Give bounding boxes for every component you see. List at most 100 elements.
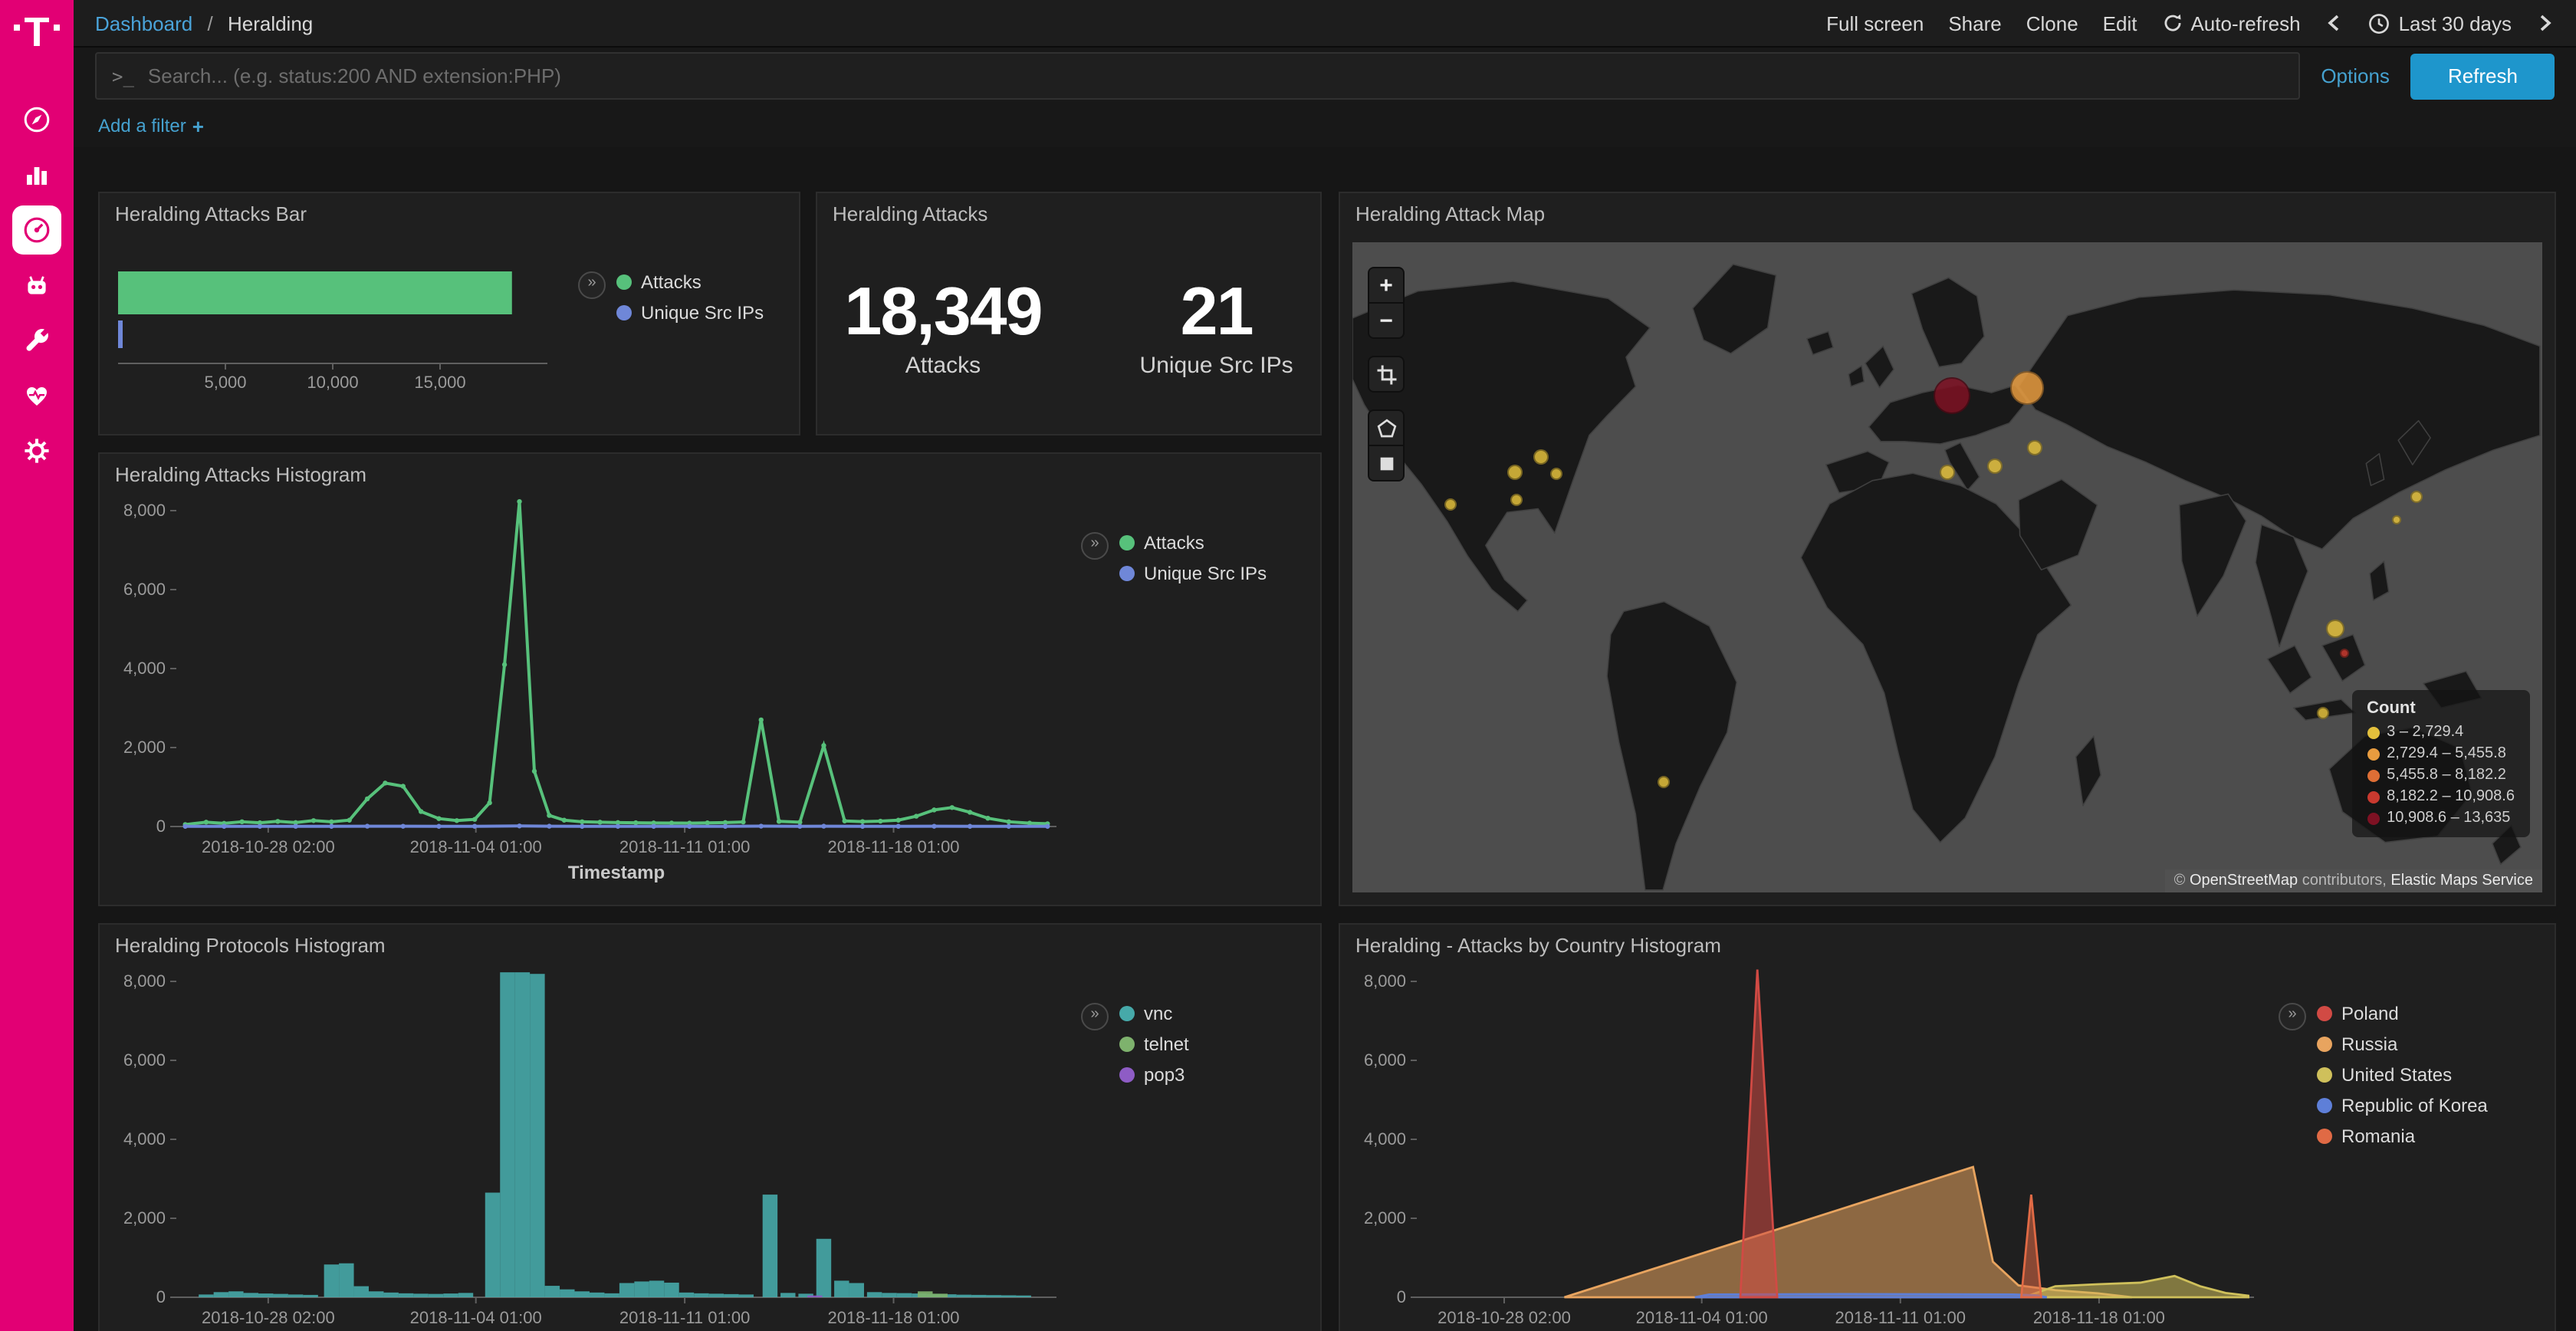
svg-text:2018-11-11 01:00: 2018-11-11 01:00	[619, 1308, 750, 1327]
time-range-label: Last 30 days	[2399, 12, 2512, 35]
svg-text:6,000: 6,000	[123, 580, 166, 599]
legend-items: Attacks Unique Src IPs	[616, 271, 764, 324]
country-histogram-chart[interactable]: 02,0004,0006,0008,0002018-10-28 02:00201…	[1346, 963, 2266, 1331]
fit-bounds-group	[1368, 356, 1405, 393]
legend-items: Attacks Unique Src IPs	[1119, 532, 1267, 584]
refresh-button[interactable]: Refresh	[2411, 53, 2555, 99]
options-link[interactable]: Options	[2321, 64, 2390, 87]
metric-value: 18,349	[844, 278, 1041, 348]
rectangle-tool-icon[interactable]	[1369, 445, 1403, 480]
svg-text:15,000: 15,000	[414, 373, 465, 392]
share-button[interactable]: Share	[1948, 12, 2001, 35]
sidebar-item-devtools[interactable]	[12, 316, 61, 365]
map-marker[interactable]	[1506, 465, 1522, 480]
legend-item[interactable]: Romania	[2317, 1126, 2488, 1147]
time-picker-button[interactable]: Last 30 days	[2368, 12, 2512, 35]
legend-label: Poland	[2341, 1003, 2399, 1024]
legend-item[interactable]: vnc	[1119, 1003, 1189, 1024]
clone-button[interactable]: Clone	[2026, 12, 2078, 35]
legend-item[interactable]: 2,729.4 – 5,455.8	[2367, 745, 2515, 762]
svg-text:2018-11-18 01:00: 2018-11-18 01:00	[2033, 1308, 2165, 1327]
legend-item[interactable]: pop3	[1119, 1064, 1189, 1086]
metric-attacks: 18,349 Attacks	[844, 278, 1041, 379]
legend-item[interactable]: 3 – 2,729.4	[2367, 724, 2515, 741]
edit-button[interactable]: Edit	[2103, 12, 2137, 35]
gear-icon	[21, 435, 52, 466]
telekom-logo[interactable]: T	[14, 0, 61, 77]
legend-color-dot	[1119, 1037, 1135, 1052]
legend-toggle-icon[interactable]: »	[1081, 1003, 1109, 1030]
time-back-button[interactable]	[2325, 12, 2344, 34]
legend-toggle-icon[interactable]: »	[2279, 1003, 2306, 1030]
legend-item[interactable]: Poland	[2317, 1003, 2488, 1024]
panel-title: Heralding Protocols Histogram	[100, 925, 1320, 960]
legend-item[interactable]: Attacks	[1119, 532, 1267, 554]
legend-item[interactable]: 10,908.6 – 13,635	[2367, 810, 2515, 827]
legend-toggle-icon[interactable]: »	[578, 271, 606, 299]
elastic-maps-service-link[interactable]: Elastic Maps Service	[2390, 873, 2533, 889]
svg-text:0: 0	[1397, 1287, 1406, 1306]
legend-color-dot	[2317, 1129, 2332, 1144]
heartbeat-icon	[21, 380, 52, 411]
legend-item[interactable]: Republic of Korea	[2317, 1095, 2488, 1116]
legend-item[interactable]: Russia	[2317, 1034, 2488, 1055]
legend-label: 8,182.2 – 10,908.6	[2387, 788, 2515, 805]
legend-color-dot	[2317, 1037, 2332, 1052]
map-legend-title: Count	[2367, 699, 2515, 718]
legend-color-dot	[2367, 748, 2379, 760]
legend-color-dot	[1119, 1067, 1135, 1083]
svg-text:0: 0	[156, 1287, 166, 1306]
sidebar-item-dashboard[interactable]	[12, 205, 61, 255]
panel-heralding-attacks-histogram: Heralding Attacks Histogram 02,0004,0006…	[98, 452, 1322, 906]
sidebar-item-tpot[interactable]	[12, 261, 61, 310]
compass-icon	[21, 104, 52, 135]
time-forward-button[interactable]	[2536, 12, 2555, 34]
map-marker[interactable]	[1987, 458, 2003, 474]
legend-item[interactable]: 8,182.2 – 10,908.6	[2367, 788, 2515, 805]
map-marker[interactable]	[2010, 370, 2044, 404]
polygon-tool-icon[interactable]	[1369, 411, 1403, 445]
map-marker[interactable]	[1934, 377, 1970, 414]
legend-item[interactable]: Attacks	[616, 271, 764, 293]
legend-item[interactable]: Unique Src IPs	[1119, 563, 1267, 584]
attacks-bar-chart[interactable]: 5,00010,00015,000	[106, 232, 566, 412]
svg-text:5,000: 5,000	[204, 373, 246, 392]
panel-title: Heralding - Attacks by Country Histogram	[1340, 925, 2555, 960]
search-input[interactable]: >_ Search... (e.g. status:200 AND extens…	[95, 52, 2299, 100]
legend-toggle-icon[interactable]: »	[1081, 532, 1109, 560]
legend-item[interactable]: United States	[2317, 1064, 2488, 1086]
metric-label: Unique Src IPs	[1140, 353, 1293, 379]
sidebar-item-management[interactable]	[12, 426, 61, 475]
add-filter-link[interactable]: Add a filter +	[98, 114, 204, 137]
map-canvas[interactable]: + −	[1352, 242, 2542, 892]
protocols-histogram-chart[interactable]: 02,0004,0006,0008,0002018-10-28 02:00201…	[106, 963, 1069, 1331]
crop-icon[interactable]	[1369, 357, 1403, 391]
zoom-out-button[interactable]: −	[1369, 302, 1403, 337]
svg-text:4,000: 4,000	[123, 659, 166, 678]
svg-text:2018-11-04 01:00: 2018-11-04 01:00	[1636, 1308, 1768, 1327]
zoom-in-button[interactable]: +	[1369, 268, 1403, 302]
legend-color-dot	[2317, 1006, 2332, 1021]
full-screen-button[interactable]: Full screen	[1826, 12, 1924, 35]
legend-item[interactable]: 5,455.8 – 8,182.2	[2367, 767, 2515, 784]
chart-legend: » Attacks Unique Src IPs	[1069, 492, 1314, 897]
legend-item[interactable]: Unique Src IPs	[616, 302, 764, 324]
clock-icon	[2368, 12, 2391, 35]
svg-text:2018-11-11 01:00: 2018-11-11 01:00	[619, 837, 750, 856]
svg-text:8,000: 8,000	[123, 971, 166, 991]
legend-color-dot	[2367, 812, 2379, 824]
gauge-icon	[21, 215, 52, 245]
openstreetmap-link[interactable]: OpenStreetMap	[2190, 873, 2298, 889]
panel-heralding-protocols-histogram: Heralding Protocols Histogram 02,0004,00…	[98, 923, 1322, 1331]
breadcrumb-dashboard-link[interactable]: Dashboard	[95, 12, 192, 35]
attacks-histogram-chart[interactable]: 02,0004,0006,0008,0002018-10-28 02:00201…	[106, 492, 1069, 897]
legend-item[interactable]: telnet	[1119, 1034, 1189, 1055]
svg-text:2018-11-18 01:00: 2018-11-18 01:00	[827, 1308, 959, 1327]
sidebar-item-discover[interactable]	[12, 95, 61, 144]
map-marker[interactable]	[2410, 491, 2422, 503]
auto-refresh-button[interactable]: Auto-refresh	[2161, 12, 2300, 35]
metric-label: Attacks	[844, 353, 1041, 379]
legend-color-dot	[616, 305, 632, 320]
sidebar-item-monitoring[interactable]	[12, 371, 61, 420]
sidebar-item-visualize[interactable]	[12, 150, 61, 199]
